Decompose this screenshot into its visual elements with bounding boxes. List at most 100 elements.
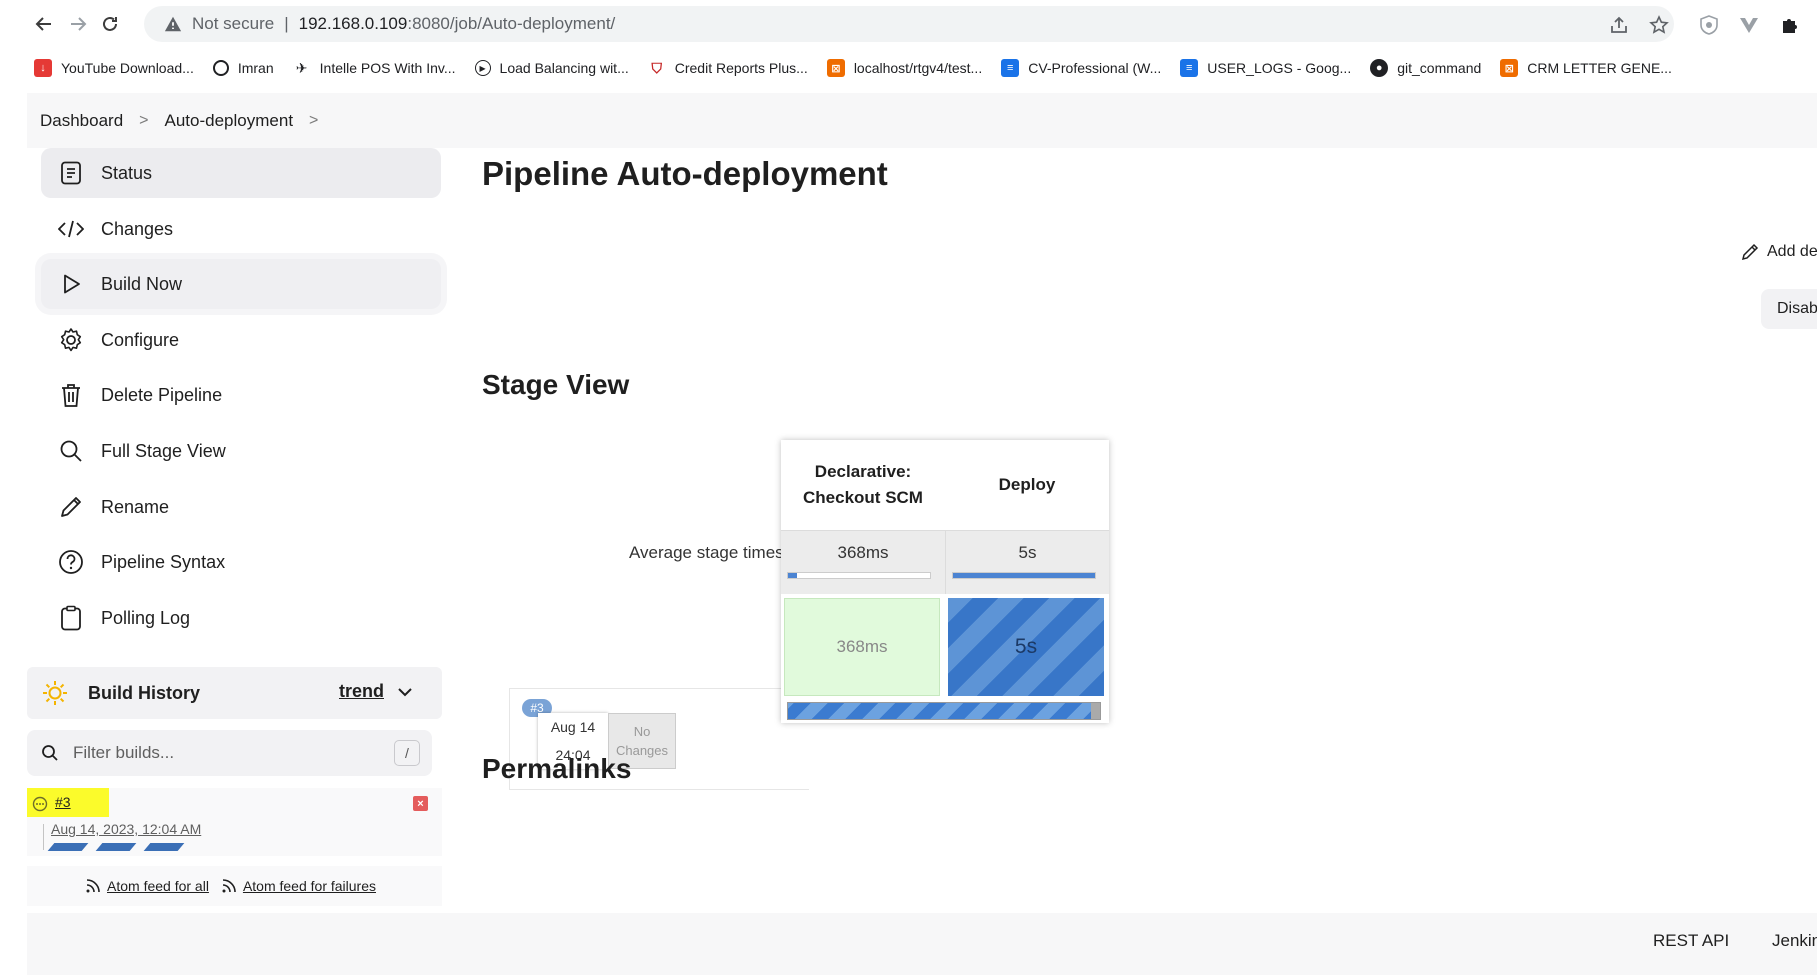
google-docs-icon: ≡ — [1001, 59, 1020, 77]
url-path: :8080/job/Auto-deployment/ — [407, 14, 616, 33]
breadcrumb-auto-deployment[interactable]: Auto-deployment — [165, 111, 294, 131]
avg-time-fill — [788, 573, 797, 578]
breadcrumb-dashboard[interactable]: Dashboard — [40, 111, 123, 131]
youtube-download-icon: ↓ — [34, 59, 52, 77]
add-description-label: Add descr — [1767, 243, 1817, 260]
google-docs-icon: ≡ — [1180, 59, 1199, 77]
build-date-link[interactable]: Aug 14, 2023, 12:04 AM — [51, 821, 201, 837]
sidebar-item-delete-pipeline[interactable]: Delete Pipeline — [41, 370, 441, 420]
bookmark-git-command[interactable]: ● git_command — [1370, 59, 1481, 77]
share-icon[interactable] — [1608, 14, 1630, 36]
avg-time-checkout-scm: 368ms — [781, 530, 945, 594]
address-bar[interactable]: Not secure | 192.168.0.109:8080/job/Auto… — [144, 6, 1674, 42]
avg-time-fill — [953, 573, 1095, 578]
bookmark-label: CRM LETTER GENE... — [1527, 60, 1672, 76]
vue-extension-icon[interactable] — [1736, 12, 1762, 38]
atom-feed-failures-link[interactable]: Atom feed for failures — [243, 878, 376, 894]
avg-time-value: 5s — [1018, 543, 1037, 562]
sidebar-item-build-now[interactable]: Build Now — [41, 259, 441, 309]
help-icon — [57, 548, 85, 576]
pencil-icon — [1741, 243, 1759, 261]
rest-api-link[interactable]: REST API — [1653, 931, 1729, 951]
atom-feed-all-link[interactable]: Atom feed for all — [107, 878, 209, 894]
sidebar-item-label: Changes — [101, 218, 174, 239]
run-date-day: Aug 14 — [550, 719, 596, 735]
code-icon — [57, 215, 85, 243]
bookmark-crm-letter[interactable]: ⊠ CRM LETTER GENE... — [1500, 59, 1672, 77]
stage-view-title: Stage View — [482, 369, 630, 400]
bookmark-localhost[interactable]: ⊠ localhost/rtgv4/test... — [826, 59, 983, 77]
avg-time-deploy: 5s — [945, 530, 1109, 594]
bookmark-cv-professional[interactable]: ≡ CV-Professional (W... — [1001, 59, 1161, 77]
reload-icon[interactable] — [96, 10, 124, 38]
sidebar-item-full-stage-view[interactable]: Full Stage View — [41, 426, 441, 476]
add-description-button[interactable]: Add descr — [1741, 243, 1817, 261]
chevron-right-icon[interactable]: > — [309, 112, 318, 130]
in-progress-icon — [32, 796, 48, 812]
sidebar-item-changes[interactable]: Changes — [41, 204, 441, 254]
abort-build-icon[interactable]: × — [413, 796, 428, 811]
sidebar-item-status[interactable]: Status — [41, 148, 441, 198]
shield-extension-icon[interactable] — [1696, 12, 1722, 38]
stage-header-checkout-scm: Declarative: Checkout SCM — [781, 440, 945, 530]
bookmark-credit-reports[interactable]: ⛉ Credit Reports Plus... — [647, 59, 808, 77]
chevron-down-icon[interactable] — [396, 683, 414, 701]
back-icon[interactable] — [30, 10, 58, 38]
sidebar-item-configure[interactable]: Configure — [41, 315, 441, 365]
bookmark-label: YouTube Download... — [61, 60, 194, 76]
stage-cell-deploy[interactable]: 5s — [945, 594, 1109, 696]
bookmark-load-balancing[interactable]: ▶ Load Balancing wit... — [474, 60, 629, 76]
puzzle-icon[interactable] — [1776, 12, 1802, 38]
bookmark-label: Imran — [237, 60, 274, 76]
build-progress-bar — [47, 843, 185, 853]
stage-name-line1: Declarative: — [814, 462, 912, 481]
build-history-header: Build History trend — [27, 667, 442, 719]
sidebar-item-label: Build Now — [101, 273, 183, 294]
trend-link[interactable]: trend — [339, 681, 384, 702]
run-progress-bar — [787, 702, 1101, 720]
disable-project-button[interactable]: Disable P — [1761, 289, 1817, 329]
url-host: 192.168.0.109 — [298, 14, 408, 33]
jenkins-page: Dashboard > Auto-deployment > Status Cha… — [27, 93, 1817, 975]
breadcrumb: Dashboard > Auto-deployment > — [27, 93, 1817, 148]
warning-icon — [164, 16, 182, 32]
star-icon[interactable] — [1648, 14, 1670, 36]
build-history-row: #3 × Aug 14, 2023, 12:04 AM — [27, 788, 442, 856]
avg-time-bar — [952, 572, 1096, 579]
forward-icon[interactable] — [64, 10, 92, 38]
sidebar-item-polling-log[interactable]: Polling Log — [41, 593, 441, 643]
search-icon — [57, 437, 85, 465]
bookmark-label: git_command — [1397, 60, 1482, 76]
search-icon — [42, 745, 58, 761]
bookmark-user-logs[interactable]: ≡ USER_LOGS - Goog... — [1180, 59, 1351, 77]
xampp-icon: ⊠ — [826, 59, 845, 77]
github-icon: ● — [1370, 59, 1389, 77]
divider — [43, 824, 44, 850]
run-progress-remaining — [1090, 703, 1100, 719]
bookmark-label: Credit Reports Plus... — [674, 60, 808, 76]
bookmark-imran[interactable]: Imran — [212, 60, 274, 76]
bookmark-label: localhost/rtgv4/test... — [853, 60, 983, 76]
stage-name-line2: Checkout SCM — [803, 488, 923, 507]
bookmark-intelle-pos[interactable]: ✈ Intelle POS With Inv... — [292, 59, 456, 77]
url-separator: | — [284, 14, 289, 33]
sidebar-item-label: Pipeline Syntax — [101, 551, 226, 572]
trash-icon — [57, 381, 85, 409]
bookmark-youtube-download[interactable]: ↓ YouTube Download... — [34, 59, 194, 77]
filter-builds-input[interactable]: Filter builds... / — [27, 730, 432, 776]
sidebar-item-rename[interactable]: Rename — [41, 482, 441, 532]
build-number-link[interactable]: #3 — [55, 794, 71, 810]
avg-time-value: 368ms — [837, 543, 889, 562]
sidebar-item-pipeline-syntax[interactable]: Pipeline Syntax — [41, 537, 441, 587]
play-icon — [57, 270, 85, 298]
filter-placeholder: Filter builds... — [73, 743, 175, 762]
build-history-title: Build History — [88, 682, 201, 703]
permalinks-title: Permalinks — [482, 753, 632, 784]
rss-icon — [222, 879, 236, 893]
sidebar-item-label: Delete Pipeline — [101, 384, 223, 405]
stage-cell-checkout-scm[interactable]: 368ms — [781, 594, 945, 696]
chevron-right-icon: > — [139, 111, 149, 129]
bookmarks-bar: ↓ YouTube Download... Imran ✈ Intelle PO… — [0, 52, 1817, 84]
jenkins-version-link[interactable]: Jenkins — [1772, 931, 1817, 951]
stage-cell-duration: 368ms — [784, 598, 940, 696]
